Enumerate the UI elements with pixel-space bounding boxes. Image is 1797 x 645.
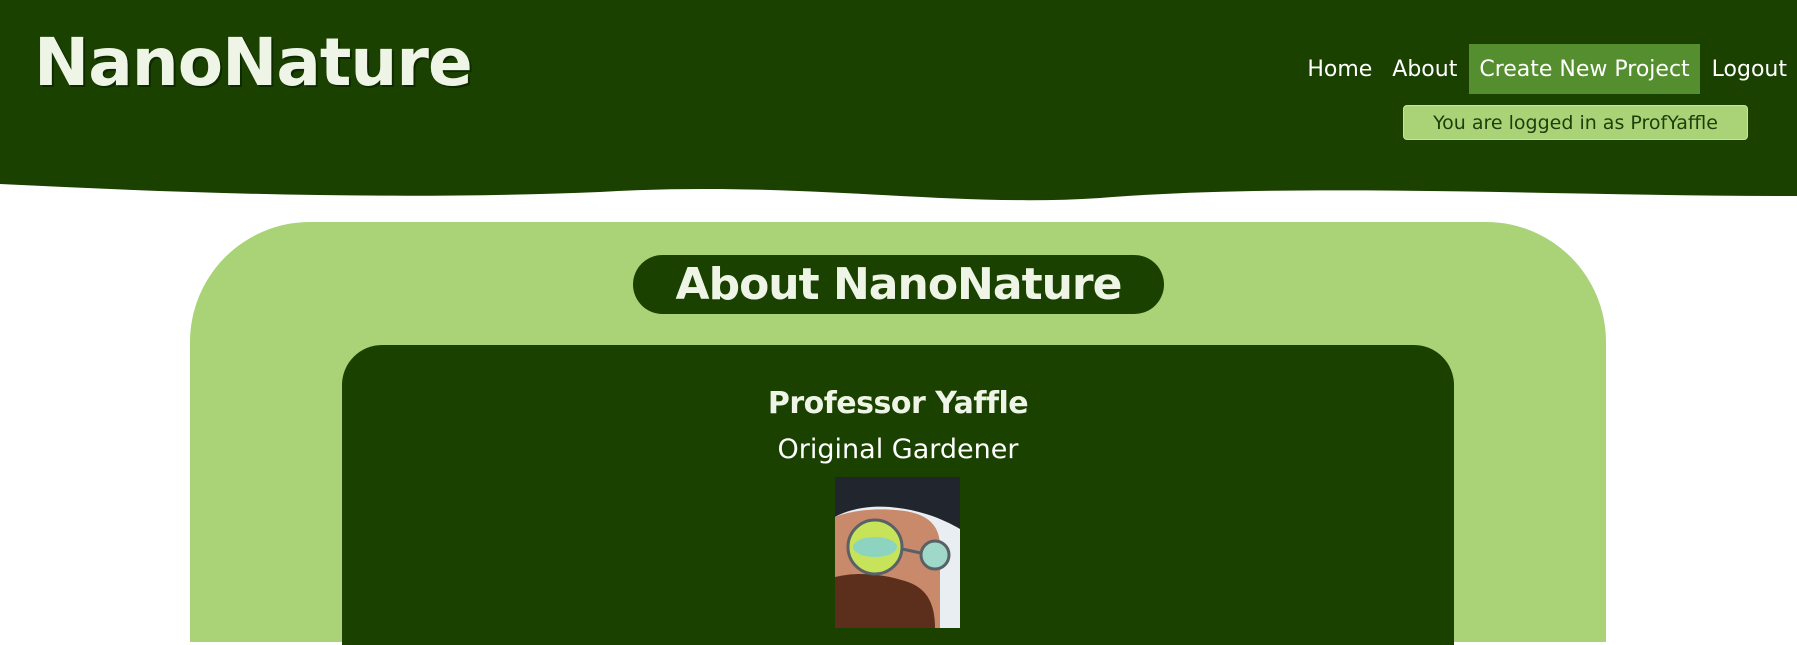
site-logo[interactable]: NanoNature	[34, 30, 473, 96]
profile-photo	[835, 477, 960, 628]
about-title: About NanoNature	[633, 255, 1164, 314]
nav-create-project-link[interactable]: Create New Project	[1469, 44, 1700, 94]
nav-about-link[interactable]: About	[1382, 44, 1467, 94]
nav-logout-link[interactable]: Logout	[1702, 44, 1797, 94]
member-role: Original Gardener	[777, 434, 1019, 465]
login-status-badge: You are logged in as ProfYaffle	[1403, 105, 1748, 140]
nav-home-link[interactable]: Home	[1297, 44, 1382, 94]
main-nav: Home About Create New Project Logout	[1297, 44, 1797, 94]
member-name: Professor Yaffle	[767, 386, 1029, 421]
site-header: NanoNature Home About Create New Project…	[0, 0, 1797, 210]
